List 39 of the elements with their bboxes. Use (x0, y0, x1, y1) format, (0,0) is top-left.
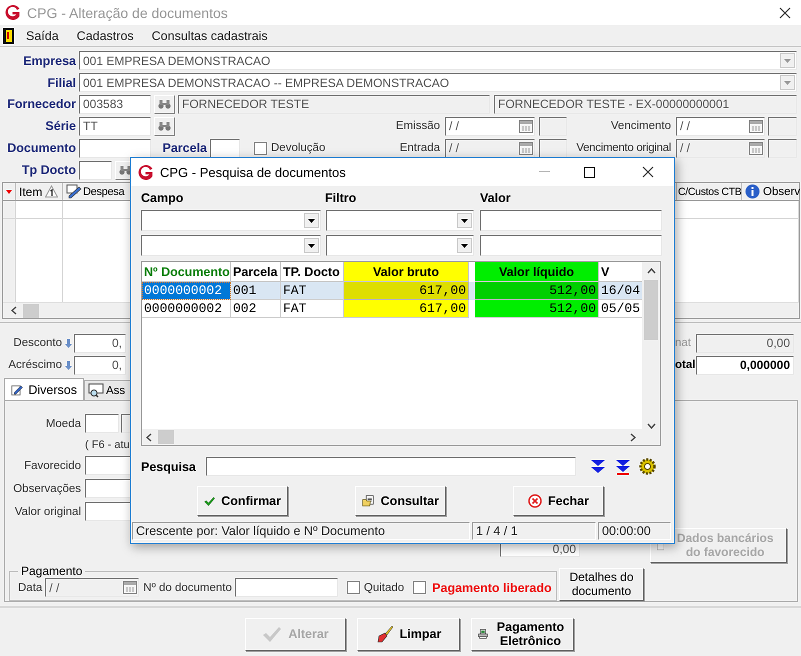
field-label: ( F6 - atu (85, 438, 130, 450)
field-label: Vencimento original (576, 142, 671, 154)
field-label: Desconto (13, 337, 62, 349)
field-label: nat (675, 337, 691, 349)
field-label: Valor original (14, 506, 81, 518)
status-text: 1 / 4 / 1 (472, 522, 596, 540)
field-label: Observ (763, 186, 800, 198)
status-text: Crescente por: Valor líquido e Nº Documento (132, 522, 470, 540)
field-label: Nº do documento (143, 582, 232, 594)
field-label: Filial (48, 76, 76, 90)
field-label: Filtro (325, 191, 356, 205)
field-label: Campo (141, 191, 184, 205)
status-text: 00:00:00 (598, 522, 671, 540)
group-title: Pagamento (20, 564, 84, 578)
field-label: Documento (7, 141, 76, 156)
field-label: Moeda (46, 418, 81, 430)
field-label: Devolução (271, 142, 326, 154)
dialog-title: CPG - Pesquisa de documentos (160, 164, 346, 180)
field-label: Acréscimo (8, 359, 62, 371)
field-label: Empresa (23, 54, 76, 68)
field-label: Entrada (400, 142, 440, 154)
field-label: Data (18, 582, 42, 594)
field-label: Observações (13, 482, 81, 494)
field-label: Vencimento (610, 120, 671, 132)
field-label: Favorecido (24, 460, 81, 472)
field-label: Quitado (364, 582, 404, 594)
field-label: Pesquisa (141, 460, 196, 474)
field-label: Fornecedor (7, 97, 76, 112)
field-label: otal (675, 359, 696, 371)
field-label: Valor (480, 191, 511, 205)
field-label: Série (45, 119, 76, 134)
field-label: Parcela (162, 141, 207, 156)
field-label: Tp Docto (22, 163, 76, 178)
window-title: CPG - Alteração de documentos (27, 4, 228, 20)
field-label: Pagamento liberado (432, 580, 552, 594)
field-label: Emissão (396, 120, 440, 132)
field-label: Item (19, 184, 42, 198)
field-label: Despesa (83, 186, 124, 198)
field-label: C/Custos CTB (678, 186, 742, 198)
